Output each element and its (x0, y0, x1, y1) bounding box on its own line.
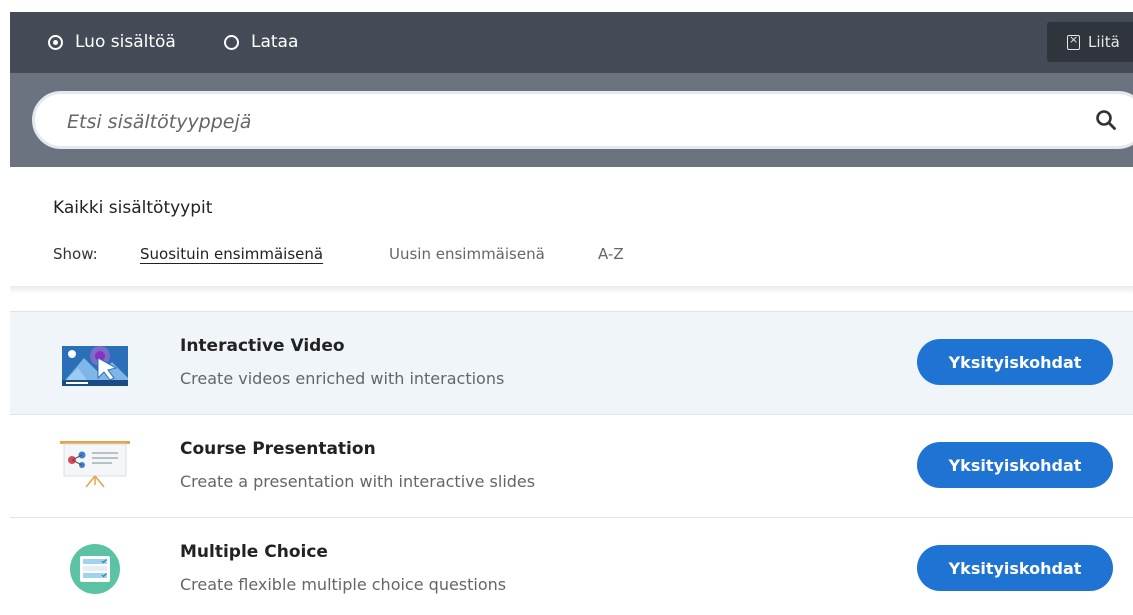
content-type-description: Create flexible multiple choice question… (180, 575, 507, 594)
radio-create-content-label: Luo sisältöä (75, 32, 176, 52)
search-box (32, 91, 1133, 149)
content-type-description: Create a presentation with interactive s… (180, 472, 536, 491)
section-title: Kaikki sisältötyypit (53, 198, 213, 218)
hub-header: Luo sisältöä Lataa Liitä (10, 12, 1133, 73)
sort-a-z[interactable]: A-Z (598, 245, 624, 263)
radio-upload-label: Lataa (251, 32, 299, 52)
search-icon[interactable] (1095, 109, 1117, 131)
details-button[interactable]: Yksityiskohdat (917, 442, 1113, 488)
content-type-row[interactable]: Multiple Choice Create flexible multiple… (10, 517, 1133, 615)
paste-button[interactable]: Liitä (1047, 22, 1133, 62)
sort-newest[interactable]: Uusin ensimmäisenä (389, 245, 545, 263)
multiple-choice-icon (70, 544, 120, 594)
search-input[interactable] (65, 106, 1069, 138)
details-button[interactable]: Yksityiskohdat (917, 339, 1113, 385)
paste-button-label: Liitä (1088, 33, 1120, 51)
radio-unselected-icon (224, 34, 239, 50)
course-presentation-icon (60, 441, 130, 488)
radio-selected-icon (48, 34, 63, 50)
content-type-title: Multiple Choice (180, 542, 328, 562)
content-type-title: Course Presentation (180, 439, 376, 459)
divider (10, 286, 1133, 294)
show-label: Show: (53, 245, 98, 263)
content-type-title: Interactive Video (180, 336, 345, 356)
interactive-video-icon (62, 346, 128, 386)
radio-upload[interactable]: Lataa (224, 32, 298, 52)
details-button[interactable]: Yksityiskohdat (917, 545, 1113, 591)
search-band (10, 73, 1133, 167)
content-type-row[interactable]: Course Presentation Create a presentatio… (10, 414, 1133, 517)
sort-most-popular[interactable]: Suosituin ensimmäisenä (140, 245, 323, 263)
radio-create-content[interactable]: Luo sisältöä (48, 32, 176, 52)
clipboard-icon (1067, 33, 1080, 50)
content-type-description: Create videos enriched with interactions (180, 369, 505, 388)
content-type-hub: Luo sisältöä Lataa Liitä Kaikki sisältöt… (0, 0, 1133, 615)
content-type-row[interactable]: Interactive Video Create videos enriched… (10, 311, 1133, 414)
